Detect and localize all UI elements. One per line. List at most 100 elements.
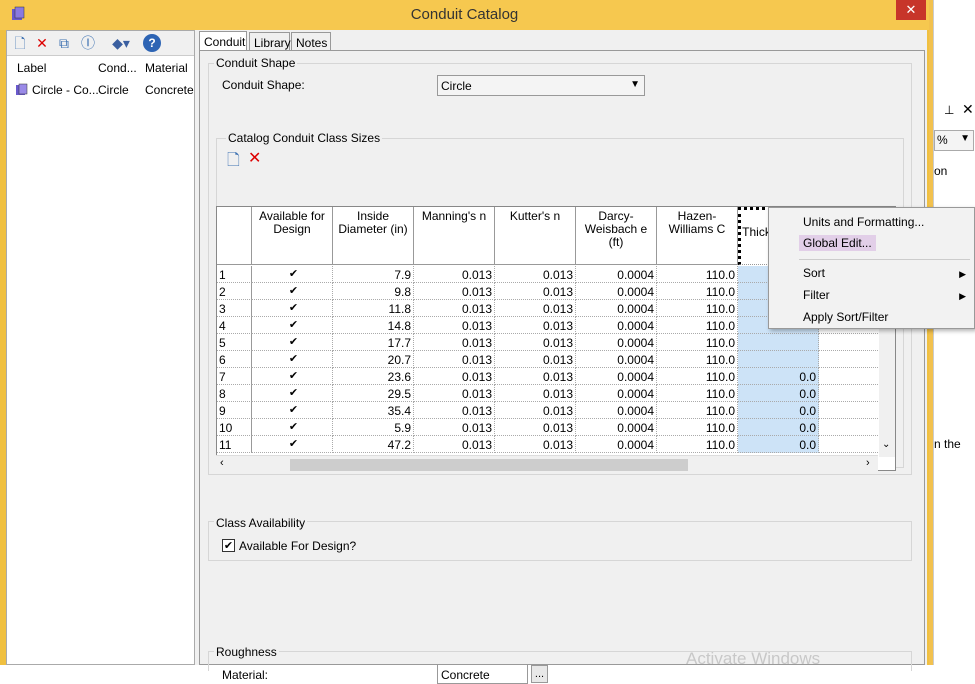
- table-row[interactable]: 5 ✔ 17.7 0.013 0.013 0.0004 110.0: [217, 334, 895, 351]
- table-cell[interactable]: 0.0004: [576, 317, 657, 334]
- table-cell[interactable]: 0.0: [738, 436, 819, 453]
- table-cell[interactable]: 0.013: [414, 334, 495, 351]
- available-cell[interactable]: ✔: [252, 317, 333, 334]
- table-cell[interactable]: 0.013: [495, 283, 576, 300]
- table-cell[interactable]: 110.0: [657, 300, 738, 317]
- table-cell[interactable]: 0.013: [414, 368, 495, 385]
- row-number[interactable]: 1: [217, 266, 252, 283]
- row-number[interactable]: 2: [217, 283, 252, 300]
- grid-corner[interactable]: [217, 207, 252, 265]
- available-cell[interactable]: ✔: [252, 419, 333, 436]
- checkbox[interactable]: ✔: [288, 388, 299, 399]
- checkbox[interactable]: ✔: [288, 269, 299, 280]
- table-cell[interactable]: 0.013: [414, 266, 495, 283]
- table-cell[interactable]: 0.0004: [576, 334, 657, 351]
- checkbox[interactable]: ✔: [288, 303, 299, 314]
- table-cell[interactable]: 110.0: [657, 283, 738, 300]
- table-cell[interactable]: 0.013: [414, 402, 495, 419]
- available-cell[interactable]: ✔: [252, 351, 333, 368]
- table-cell[interactable]: 0.013: [414, 436, 495, 453]
- table-cell[interactable]: [738, 351, 819, 368]
- table-cell[interactable]: 110.0: [657, 419, 738, 436]
- table-cell[interactable]: 0.013: [495, 385, 576, 402]
- table-row[interactable]: 7 ✔ 23.6 0.013 0.013 0.0004 110.0 0.0: [217, 368, 895, 385]
- table-cell[interactable]: 110.0: [657, 266, 738, 283]
- table-cell[interactable]: 110.0: [657, 351, 738, 368]
- table-cell[interactable]: 110.0: [657, 402, 738, 419]
- column-header-label[interactable]: Label: [17, 61, 46, 75]
- table-cell[interactable]: 0.0: [738, 385, 819, 402]
- table-cell[interactable]: 110.0: [657, 317, 738, 334]
- menu-item-units[interactable]: Units and Formatting...: [803, 215, 924, 229]
- tab-conduit[interactable]: Conduit: [199, 31, 247, 52]
- delete-icon[interactable]: ✕: [33, 34, 51, 52]
- table-cell[interactable]: 0.0004: [576, 368, 657, 385]
- checkbox[interactable]: ✔: [288, 422, 299, 433]
- available-cell[interactable]: ✔: [252, 334, 333, 351]
- row-number[interactable]: 8: [217, 385, 252, 402]
- available-cell[interactable]: ✔: [252, 385, 333, 402]
- table-cell[interactable]: 0.013: [495, 300, 576, 317]
- checkbox[interactable]: ✔: [288, 405, 299, 416]
- column-header[interactable]: Inside Diameter (in): [333, 207, 414, 265]
- row-number[interactable]: 3: [217, 300, 252, 317]
- checkbox[interactable]: ✔: [288, 354, 299, 365]
- row-number[interactable]: 9: [217, 402, 252, 419]
- table-cell[interactable]: 0.0004: [576, 283, 657, 300]
- table-cell[interactable]: 17.7: [333, 334, 414, 351]
- table-cell[interactable]: 0.0004: [576, 436, 657, 453]
- row-number[interactable]: 10: [217, 419, 252, 436]
- table-row[interactable]: 10 ✔ 5.9 0.013 0.013 0.0004 110.0 0.0: [217, 419, 895, 436]
- table-cell[interactable]: 0.013: [495, 436, 576, 453]
- available-cell[interactable]: ✔: [252, 283, 333, 300]
- add-row-icon[interactable]: 🗋: [227, 149, 240, 176]
- delete-row-icon[interactable]: ✕: [248, 148, 261, 168]
- row-number[interactable]: 11: [217, 436, 252, 453]
- table-cell[interactable]: 0.013: [495, 402, 576, 419]
- table-cell[interactable]: 9.8: [333, 283, 414, 300]
- menu-item-filter[interactable]: Filter: [803, 288, 830, 302]
- table-cell[interactable]: 0.0004: [576, 300, 657, 317]
- scroll-thumb[interactable]: [290, 459, 688, 471]
- horizontal-scrollbar[interactable]: ‹ ›: [216, 455, 878, 472]
- table-cell[interactable]: 0.013: [495, 368, 576, 385]
- column-header-material[interactable]: Material: [145, 61, 188, 75]
- table-cell[interactable]: 110.0: [657, 436, 738, 453]
- checkbox[interactable]: ✔: [288, 337, 299, 348]
- table-cell[interactable]: 23.6: [333, 368, 414, 385]
- available-cell[interactable]: ✔: [252, 266, 333, 283]
- material-browse-button[interactable]: ...: [531, 665, 548, 683]
- table-cell[interactable]: 110.0: [657, 368, 738, 385]
- scroll-right-icon[interactable]: ›: [866, 457, 870, 469]
- available-cell[interactable]: ✔: [252, 436, 333, 453]
- menu-item-sort[interactable]: Sort: [803, 266, 825, 280]
- table-cell[interactable]: 0.013: [414, 385, 495, 402]
- tab-library[interactable]: Library: [249, 32, 291, 52]
- table-cell[interactable]: 0.013: [414, 317, 495, 334]
- available-cell[interactable]: ✔: [252, 300, 333, 317]
- table-cell[interactable]: 0.013: [495, 334, 576, 351]
- table-cell[interactable]: 0.0004: [576, 385, 657, 402]
- table-cell[interactable]: 0.013: [414, 419, 495, 436]
- help-icon[interactable]: ?: [143, 34, 161, 52]
- table-row[interactable]: 9 ✔ 35.4 0.013 0.013 0.0004 110.0 0.0: [217, 402, 895, 419]
- close-icon[interactable]: ✕: [962, 101, 974, 118]
- menu-item-apply-sort-filter[interactable]: Apply Sort/Filter: [803, 310, 888, 324]
- menu-item-global-edit[interactable]: Global Edit...: [799, 235, 876, 251]
- rename-icon[interactable]: Ⓘ: [79, 34, 97, 52]
- material-field[interactable]: Concrete: [437, 664, 528, 684]
- table-cell[interactable]: 0.0004: [576, 266, 657, 283]
- checkbox[interactable]: ✔: [288, 320, 299, 331]
- table-cell[interactable]: 7.9: [333, 266, 414, 283]
- table-cell[interactable]: [738, 334, 819, 351]
- checkbox[interactable]: ✔: [288, 439, 299, 450]
- column-header[interactable]: Kutter's n: [495, 207, 576, 265]
- row-number[interactable]: 4: [217, 317, 252, 334]
- table-cell[interactable]: 0.013: [495, 419, 576, 436]
- table-cell[interactable]: 20.7: [333, 351, 414, 368]
- row-number[interactable]: 5: [217, 334, 252, 351]
- new-icon[interactable]: 🗋: [11, 34, 29, 52]
- column-header-conduit[interactable]: Cond...: [98, 61, 137, 75]
- column-header[interactable]: Manning's n: [414, 207, 495, 265]
- table-cell[interactable]: 0.013: [495, 266, 576, 283]
